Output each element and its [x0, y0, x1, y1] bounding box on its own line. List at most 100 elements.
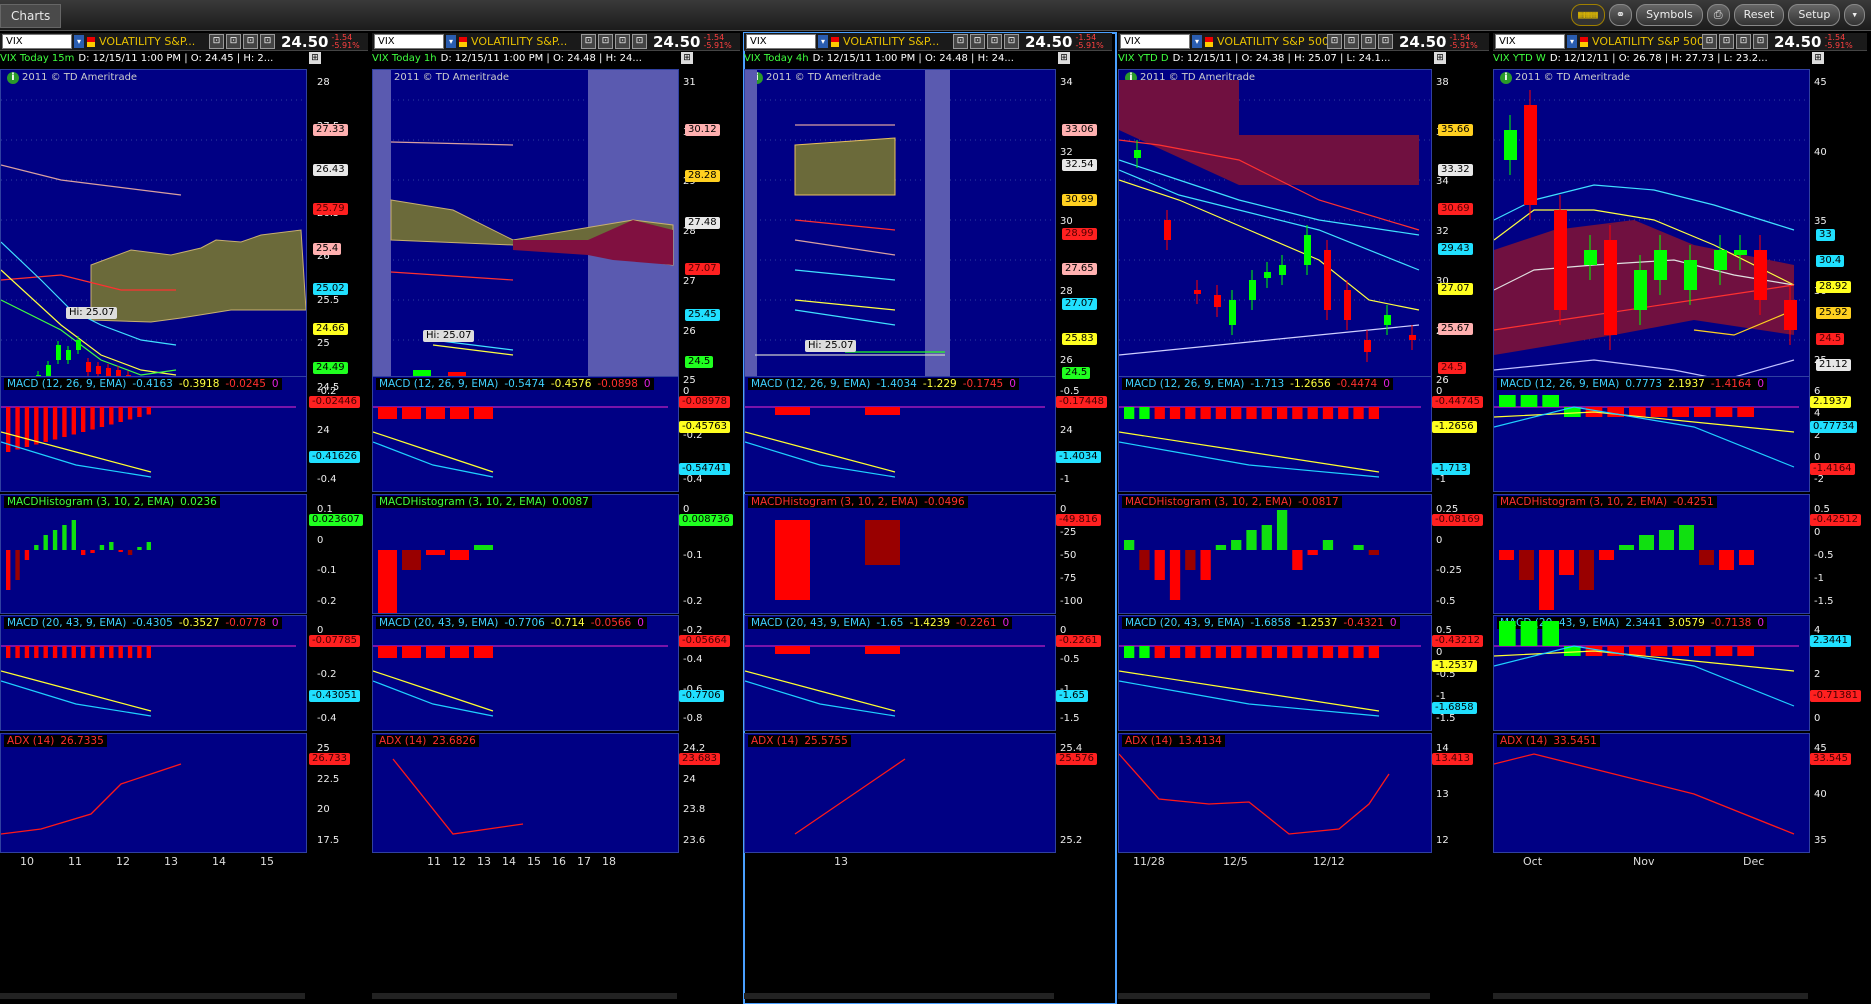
chart-column-5[interactable]: VIX ▾ VOLATILITY S&P 500 ⊡ ⊡ ⊡ ⊡ 24.50 -1.54 -5.9…	[1493, 33, 1871, 1004]
symbol-input[interactable]: VIX	[1495, 34, 1565, 49]
price-value-tag: 27.65	[1062, 263, 1097, 275]
macd2-pane[interactable]: MACD (20, 43, 9, EMA) -0.4305 -0.3527 -0.07…	[0, 615, 307, 731]
studies-icon[interactable]: ⊡	[987, 34, 1002, 49]
style-icon[interactable]: ⊡	[1702, 34, 1717, 49]
price-value-tag: 25.79	[313, 203, 348, 216]
chart-column-1[interactable]: VIX ▾ VOLATILITY S&P... ⊡ ⊡ ⊡ ⊡ 24.50 -1.54 -5.91…	[0, 33, 372, 1004]
symbol-dropdown-icon[interactable]: ▾	[74, 35, 84, 48]
hist-pane[interactable]: MACDHistogram (3, 10, 2, EMA) 0.0236	[0, 494, 307, 614]
chart-settings-icon[interactable]: ⊞	[1434, 52, 1446, 64]
expand-icon[interactable]: ▾	[1844, 4, 1865, 26]
symbol-input[interactable]: VIX	[1120, 34, 1190, 49]
time-axis-label: 14	[502, 855, 516, 868]
settings-icon[interactable]: ⊡	[1753, 34, 1768, 49]
histogram-bar	[81, 646, 86, 658]
last-price: 24.50	[281, 33, 329, 51]
histogram-bar	[1672, 407, 1689, 417]
hist-pane[interactable]: MACDHistogram (3, 10, 2, EMA) 0.0087	[372, 494, 679, 614]
chart-scrollbar[interactable]	[1493, 993, 1808, 999]
axis-label: 4	[1814, 408, 1821, 419]
macd1-pane[interactable]: MACD (12, 26, 9, EMA) 0.7773 2.1937 -1.4164…	[1493, 376, 1810, 492]
symbols-button[interactable]: Symbols	[1636, 4, 1703, 26]
macd1-pane[interactable]: MACD (12, 26, 9, EMA) -1.4034 -1.229 -0.174…	[744, 376, 1056, 492]
settings-icon[interactable]: ⊡	[1378, 34, 1393, 49]
macd1-pane[interactable]: MACD (12, 26, 9, EMA) -0.4163 -0.3918 -0.02…	[0, 376, 307, 492]
reset-button[interactable]: Reset	[1733, 4, 1785, 26]
axis-label: -0.1	[683, 550, 703, 561]
chart-info: D: 12/15/11 | O: 24.38 | H: 25.07 | L: 2…	[1172, 53, 1391, 64]
chart-scrollbar[interactable]	[372, 993, 677, 999]
axis-label: -0.8	[683, 713, 703, 724]
studies-icon[interactable]: ⊡	[243, 34, 258, 49]
drawing-icon[interactable]: ⊡	[598, 34, 613, 49]
indicator-line	[794, 219, 896, 231]
symbol-dropdown-icon[interactable]: ▾	[1567, 35, 1577, 48]
style-icon[interactable]: ⊡	[1327, 34, 1342, 49]
adx-pane[interactable]: ADX (14) 23.6826	[372, 733, 679, 853]
chart-column-2[interactable]: VIX ▾ VOLATILITY S&P... ⊡ ⊡ ⊡ ⊡ 24.50 -1.54 -5.91…	[372, 33, 744, 1004]
histogram-bar	[1322, 646, 1334, 658]
macd2-pane[interactable]: MACD (20, 43, 9, EMA) 2.3441 3.0579 -0.7138…	[1493, 615, 1810, 731]
symbol-input[interactable]: VIX	[2, 34, 72, 49]
symbol-dropdown-icon[interactable]: ▾	[1192, 35, 1202, 48]
macd-line	[1, 441, 152, 478]
symbol-input[interactable]: VIX	[746, 34, 816, 49]
setup-button[interactable]: Setup	[1788, 4, 1841, 26]
histogram-bar	[81, 407, 86, 432]
chart-column-3[interactable]: VIX ▾ VOLATILITY S&P... ⊡ ⊡ ⊡ ⊡ 24.50 -1.54 -5.91…	[743, 32, 1117, 1004]
settings-icon[interactable]: ⊡	[1004, 34, 1019, 49]
symbol-dropdown-icon[interactable]: ▾	[818, 35, 828, 48]
adx-pane[interactable]: ADX (14) 13.4134	[1118, 733, 1432, 853]
hist-axis: 0 -25 -50 -75 -100 -49.816	[1056, 494, 1116, 612]
symbol-input[interactable]: VIX	[374, 34, 444, 49]
chart-scrollbar[interactable]	[0, 993, 305, 999]
histogram-bar	[1231, 646, 1242, 658]
drawing-icon[interactable]: ⊡	[970, 34, 985, 49]
drawing-icon[interactable]: ⊡	[1344, 34, 1359, 49]
chart-settings-icon[interactable]: ⊞	[681, 52, 693, 64]
hist-pane[interactable]: MACDHistogram (3, 10, 2, EMA) -0.4251	[1493, 494, 1810, 614]
chart-scrollbar[interactable]	[1118, 993, 1430, 999]
flag-icon	[1205, 36, 1213, 47]
style-icon[interactable]: ⊡	[581, 34, 596, 49]
style-icon[interactable]: ⊡	[209, 34, 224, 49]
price-axis-label: 34	[1436, 176, 1449, 188]
style-icon[interactable]: ⊡	[953, 34, 968, 49]
chart-settings-icon[interactable]: ⊞	[1812, 52, 1824, 64]
studies-icon[interactable]: ⊡	[615, 34, 630, 49]
chart-column-4[interactable]: VIX ▾ VOLATILITY S&P 500 ⊡ ⊡ ⊡ ⊡ 24.50 -1.54 -5.9…	[1118, 33, 1493, 1004]
study-value-tag: -0.07785	[309, 635, 360, 647]
axis-label: -1.5	[1060, 713, 1080, 724]
chart-settings-icon[interactable]: ⊞	[1058, 52, 1070, 64]
studies-icon[interactable]: ⊡	[1361, 34, 1376, 49]
adx-pane[interactable]: ADX (14) 26.7335	[0, 733, 307, 853]
adx-pane[interactable]: ADX (14) 33.5451	[1493, 733, 1810, 853]
macd2-svg	[373, 645, 668, 717]
link-icon[interactable]: ⚭	[1608, 4, 1633, 26]
studies-icon[interactable]: ⊡	[1736, 34, 1751, 49]
settings-icon[interactable]: ⊡	[632, 34, 647, 49]
adx-pane[interactable]: ADX (14) 25.5755	[744, 733, 1056, 853]
study-value-tag: 2.3441	[1810, 635, 1851, 647]
flag-icon	[1580, 36, 1588, 47]
hist-pane[interactable]: MACDHistogram (3, 10, 2, EMA) -0.0817	[1118, 494, 1432, 614]
chart-scrollbar[interactable]	[744, 993, 1054, 999]
grid-layout-button[interactable]: ▦▦▦	[1570, 4, 1605, 26]
histogram-bar	[15, 550, 20, 580]
candle-body	[1264, 272, 1271, 278]
macd1-pane[interactable]: MACD (12, 26, 9, EMA) -1.713 -1.2656 -0.447…	[1118, 376, 1432, 492]
drawing-icon[interactable]: ⊡	[1719, 34, 1734, 49]
macd2-pane[interactable]: MACD (20, 43, 9, EMA) -1.65 -1.4239 -0.2261…	[744, 615, 1056, 731]
print-icon[interactable]: ⎙	[1706, 4, 1730, 26]
histogram-bar	[1292, 646, 1303, 658]
macd2-pane[interactable]: MACD (20, 43, 9, EMA) -0.7706 -0.714 -0.056…	[372, 615, 679, 731]
symbol-dropdown-icon[interactable]: ▾	[446, 35, 456, 48]
drawing-icon[interactable]: ⊡	[226, 34, 241, 49]
time-axis-label: 11	[427, 855, 441, 868]
hist-svg	[775, 520, 900, 600]
macd2-pane[interactable]: MACD (20, 43, 9, EMA) -1.6858 -1.2537 -0.43…	[1118, 615, 1432, 731]
chart-settings-icon[interactable]: ⊞	[309, 52, 321, 64]
settings-icon[interactable]: ⊡	[260, 34, 275, 49]
macd1-pane[interactable]: MACD (12, 26, 9, EMA) -0.5474 -0.4576 -0.08…	[372, 376, 679, 492]
hist-pane[interactable]: MACDHistogram (3, 10, 2, EMA) -0.0496	[744, 494, 1056, 614]
